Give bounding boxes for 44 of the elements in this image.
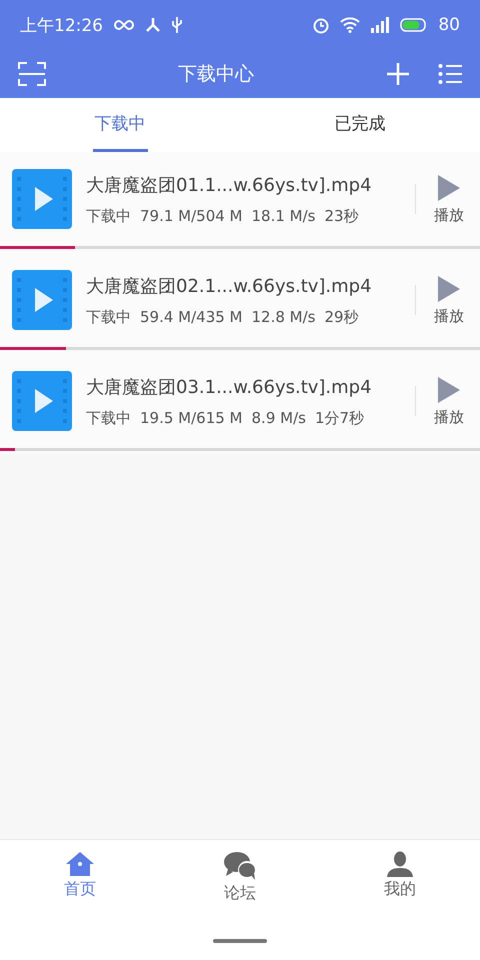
play-icon xyxy=(437,274,461,302)
infinity-icon xyxy=(113,19,135,31)
file-name: 大唐魔盗团02.1...w.66ys.tv].mp4 xyxy=(86,274,373,298)
tab[interactable]: 已完成 xyxy=(240,98,480,152)
usb-icon xyxy=(171,16,183,34)
alarm-icon xyxy=(312,16,330,34)
battery-icon xyxy=(400,18,428,32)
time-remaining: 1分7秒 xyxy=(314,408,364,428)
time-remaining: 29秒 xyxy=(324,308,359,326)
play-button[interactable]: 播放 xyxy=(430,376,468,426)
time-remaining: 23秒 xyxy=(324,206,359,226)
play-button[interactable]: 播放 xyxy=(430,274,468,326)
video-file-icon xyxy=(12,371,72,431)
status-time: 上午12:26 xyxy=(20,14,103,36)
add-icon[interactable] xyxy=(386,62,410,86)
download-speed: 18.1 M/s xyxy=(252,206,316,226)
page-title: 下载中心 xyxy=(177,62,255,87)
download-status: 下载中 xyxy=(86,206,131,226)
person-icon xyxy=(386,851,414,877)
video-file-icon xyxy=(12,270,72,330)
signal-icon xyxy=(370,17,390,33)
network-icon xyxy=(145,17,161,33)
play-button[interactable]: 播放 xyxy=(430,174,468,224)
home-icon xyxy=(65,851,95,877)
video-file-icon xyxy=(12,169,72,229)
menu-icon[interactable] xyxy=(438,63,462,85)
wifi-icon xyxy=(340,17,360,33)
download-size: 59.4 M/435 M xyxy=(140,308,243,326)
play-icon xyxy=(437,174,461,202)
download-size: 79.1 M/504 M xyxy=(140,206,243,226)
battery-level: 80 xyxy=(438,15,460,35)
download-speed: 12.8 M/s xyxy=(252,308,316,326)
download-size: 19.5 M/615 M xyxy=(140,408,243,428)
chat-bubbles-icon xyxy=(223,851,257,881)
play-icon xyxy=(437,376,461,404)
nav-item[interactable]: 我的 xyxy=(320,850,480,905)
download-status: 下载中 xyxy=(86,408,131,428)
file-name: 大唐魔盗团03.1...w.66ys.tv].mp4 xyxy=(86,376,373,398)
download-speed: 8.9 M/s xyxy=(252,408,306,428)
download-status: 下载中 xyxy=(86,308,131,326)
nav-item[interactable]: 首页 xyxy=(0,850,160,905)
nav-item[interactable]: 论坛 xyxy=(160,850,320,905)
file-name: 大唐魔盗团01.1...w.66ys.tv].mp4 xyxy=(86,174,373,196)
scan-icon[interactable] xyxy=(18,61,46,87)
